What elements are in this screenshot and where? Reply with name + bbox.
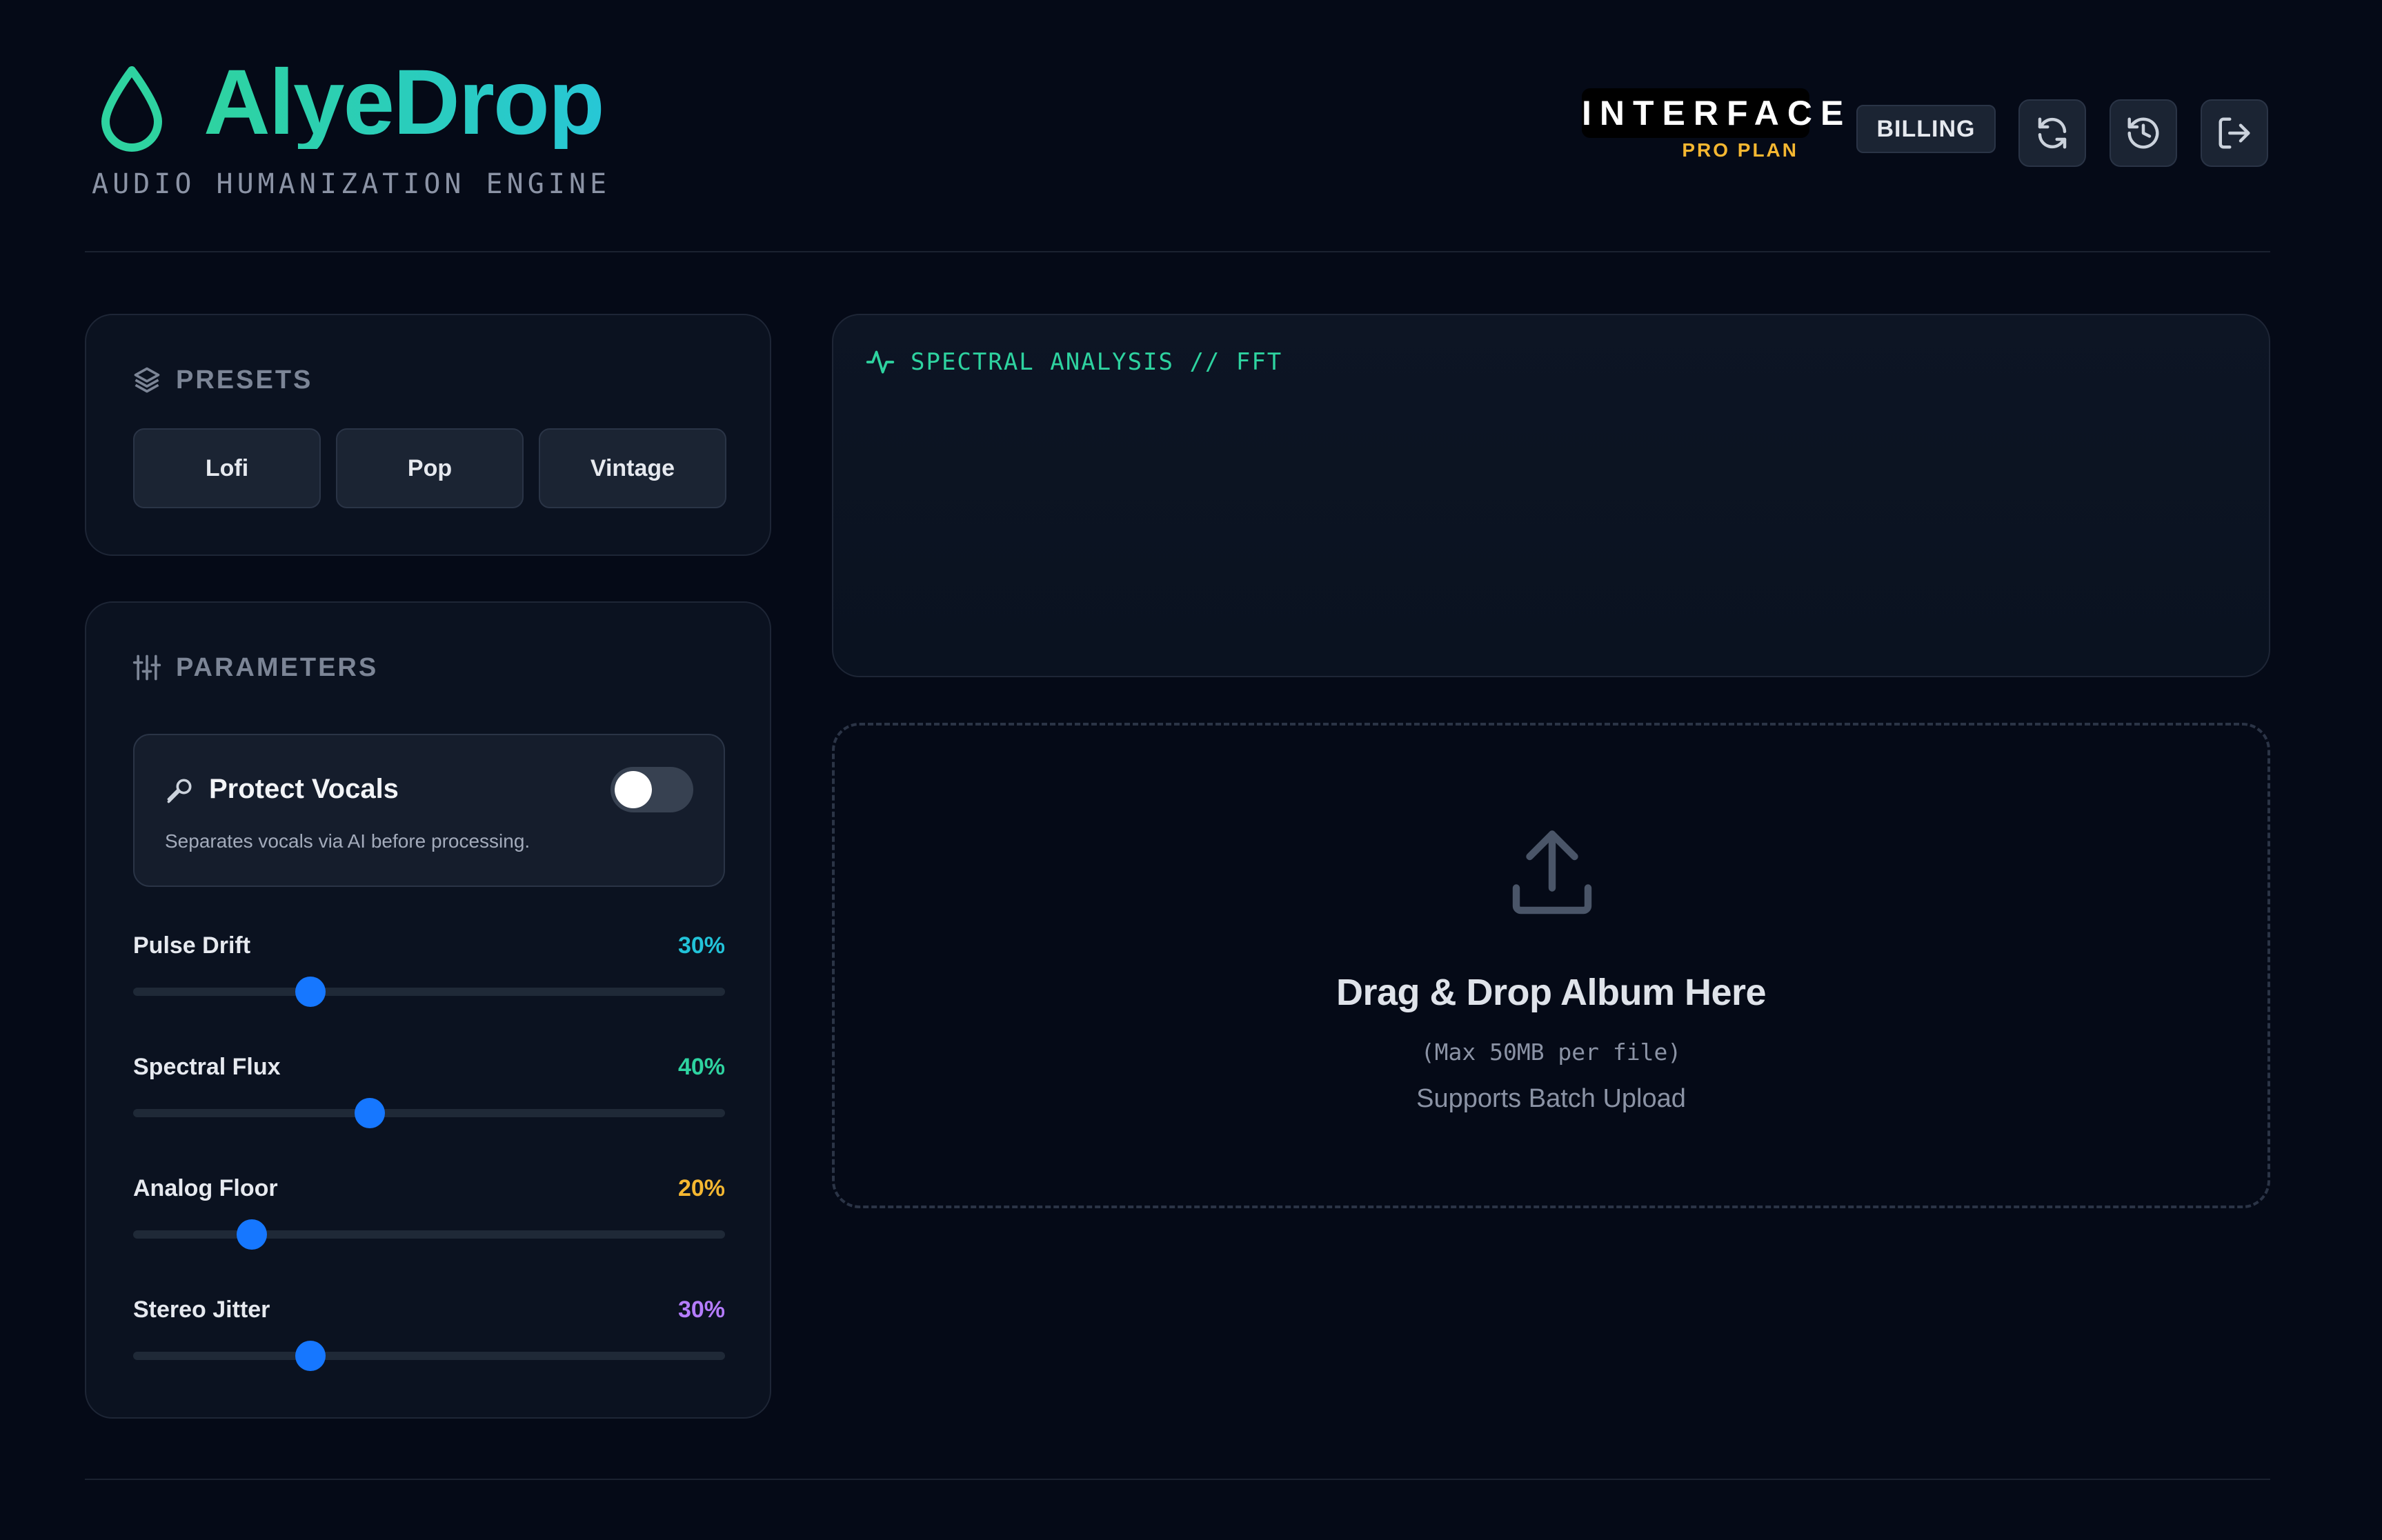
protect-vocals-toggle[interactable] bbox=[611, 767, 693, 812]
slider-label: Analog Floor bbox=[133, 1175, 278, 1201]
presets-panel: PRESETS Lofi Pop Vintage bbox=[85, 314, 771, 556]
refresh-icon bbox=[2038, 117, 2067, 149]
album-dropzone[interactable]: Drag & Drop Album Here (Max 50MB per fil… bbox=[832, 723, 2270, 1208]
preset-pop-button[interactable]: Pop bbox=[336, 428, 524, 508]
parameters-heading-label: PARAMETERS bbox=[176, 652, 379, 682]
parameters-heading: PARAMETERS bbox=[132, 652, 378, 683]
layers-icon bbox=[134, 367, 160, 393]
slider-value: 30% bbox=[677, 1297, 725, 1323]
spectral-analysis-panel: SPECTRAL ANALYSIS // FFT bbox=[832, 314, 2270, 677]
protect-vocals-title: Protect Vocals bbox=[209, 774, 399, 804]
slider-thumb[interactable] bbox=[295, 1341, 326, 1371]
slider-label: Stereo Jitter bbox=[133, 1297, 270, 1323]
slider-spectral-flux: Spectral Flux 40% bbox=[133, 1054, 725, 1137]
slider-label: Spectral Flux bbox=[133, 1054, 281, 1080]
plan-tier: PRO PLAN bbox=[1682, 139, 1798, 161]
presets-heading-label: PRESETS bbox=[176, 365, 313, 394]
dropzone-size-limit: (Max 50MB per file) bbox=[1420, 1039, 1682, 1066]
logout-button[interactable] bbox=[2201, 99, 2268, 167]
plan-badge: INTERFACE PRO PLAN bbox=[1582, 88, 1843, 167]
preset-vintage-button[interactable]: Vintage bbox=[539, 428, 726, 508]
slider-track[interactable] bbox=[133, 1098, 725, 1128]
slider-thumb[interactable] bbox=[236, 1219, 267, 1250]
slider-track[interactable] bbox=[133, 1219, 725, 1250]
toggle-knob bbox=[615, 771, 652, 808]
preset-lofi-button[interactable]: Lofi bbox=[133, 428, 321, 508]
logout-icon bbox=[2219, 117, 2250, 149]
app-header: AlyeDrop AUDIO HUMANIZATION ENGINE INTER… bbox=[85, 0, 2270, 252]
slider-value: 40% bbox=[677, 1054, 725, 1080]
spectral-analysis-label: SPECTRAL ANALYSIS // FFT bbox=[911, 348, 1283, 376]
upload-icon bbox=[1512, 830, 1592, 914]
slider-thumb[interactable] bbox=[295, 977, 326, 1007]
dropzone-note: Supports Batch Upload bbox=[1416, 1084, 1686, 1113]
protect-vocals-card: Protect Vocals Separates vocals via AI b… bbox=[133, 734, 725, 887]
app-subtitle: AUDIO HUMANIZATION ENGINE bbox=[92, 168, 611, 200]
droplet-icon bbox=[101, 66, 162, 152]
parameters-panel: PARAMETERS Protect Vocals Separates voca… bbox=[85, 601, 771, 1419]
slider-thumb[interactable] bbox=[355, 1098, 386, 1128]
activity-icon bbox=[866, 350, 895, 374]
plan-name: INTERFACE bbox=[1582, 88, 1843, 138]
footer-divider bbox=[85, 1479, 2270, 1480]
dropzone-title: Drag & Drop Album Here bbox=[1336, 972, 1767, 1013]
slider-pulse-drift: Pulse Drift 30% bbox=[133, 932, 725, 1015]
slider-label: Pulse Drift bbox=[133, 932, 251, 959]
presets-heading: PRESETS bbox=[132, 365, 312, 395]
app-title: AlyeDrop bbox=[204, 51, 605, 154]
slider-track[interactable] bbox=[133, 1341, 725, 1371]
history-icon bbox=[2127, 117, 2159, 149]
spectral-analysis-title: SPECTRAL ANALYSIS // FFT bbox=[865, 347, 1282, 377]
microphone-icon bbox=[167, 779, 192, 803]
billing-button[interactable]: BILLING bbox=[1856, 105, 1996, 153]
refresh-button[interactable] bbox=[2018, 99, 2086, 167]
slider-value: 30% bbox=[677, 932, 725, 959]
protect-vocals-description: Separates vocals via AI before processin… bbox=[165, 830, 530, 852]
slider-stereo-jitter: Stereo Jitter 30% bbox=[133, 1297, 725, 1379]
slider-analog-floor: Analog Floor 20% bbox=[133, 1175, 725, 1258]
sliders-icon bbox=[132, 654, 161, 681]
history-button[interactable] bbox=[2110, 99, 2177, 167]
slider-track[interactable] bbox=[133, 977, 725, 1007]
slider-value: 20% bbox=[677, 1175, 725, 1201]
